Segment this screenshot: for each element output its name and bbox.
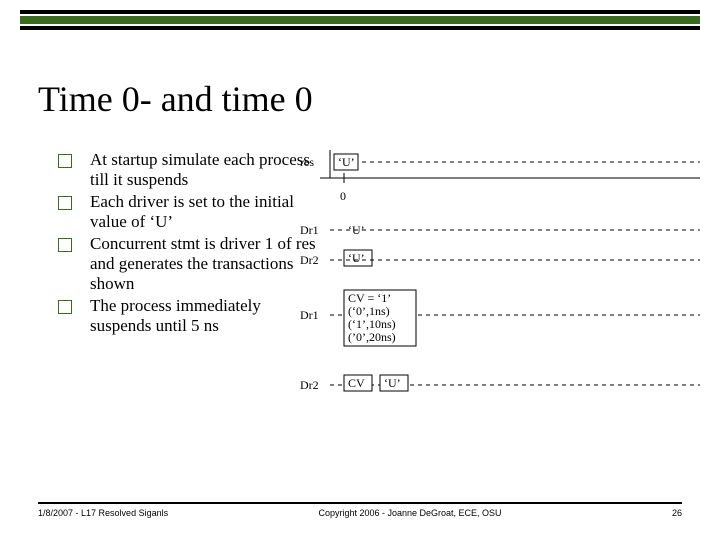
- bullet-text: At startup simulate each process till it…: [90, 150, 318, 190]
- diagram-svg: res ‘U’ 0 Dr1 ‘U’ Dr2 ‘U’ Dr1 CV = ‘1’ (…: [300, 150, 700, 410]
- list-item: Each driver is set to the initial value …: [58, 192, 318, 232]
- timing-diagram: res ‘U’ 0 Dr1 ‘U’ Dr2 ‘U’ Dr1 CV = ‘1’ (…: [300, 150, 700, 410]
- footer: 1/8/2007 - L17 Resolved Siganls Copyrigh…: [38, 502, 682, 518]
- dr1-line-1: (‘0’,1ns): [348, 304, 390, 318]
- bullet-icon: [58, 238, 72, 252]
- list-item: Concurrent stmt is driver 1 of res and g…: [58, 234, 318, 294]
- footer-center: Copyright 2006 - Joanne DeGroat, ECE, OS…: [198, 508, 622, 518]
- footer-left: 1/8/2007 - L17 Resolved Siganls: [38, 508, 198, 518]
- dr1-value: ‘U’: [348, 223, 365, 237]
- list-item: At startup simulate each process till it…: [58, 150, 318, 190]
- footer-right: 26: [622, 508, 682, 518]
- top-line-1: [20, 10, 700, 14]
- bullet-icon: [58, 300, 72, 314]
- dr2-cv: CV: [348, 376, 365, 390]
- slide: Time 0- and time 0 At startup simulate e…: [0, 0, 720, 540]
- u-label: ‘U’: [338, 155, 355, 169]
- bullet-list: At startup simulate each process till it…: [58, 150, 318, 338]
- dr1-line-0: CV = ‘1’: [348, 291, 391, 305]
- slide-title: Time 0- and time 0: [38, 78, 313, 120]
- bullet-icon: [58, 196, 72, 210]
- top-line-2: [20, 26, 700, 30]
- bullet-text: The process immediately suspends until 5…: [90, 296, 318, 336]
- dr2-label: Dr2: [300, 253, 319, 267]
- dr2-val: ‘U’: [384, 376, 401, 390]
- bullet-text: Each driver is set to the initial value …: [90, 192, 318, 232]
- bullet-text: Concurrent stmt is driver 1 of res and g…: [90, 234, 318, 294]
- dr1-line-2: (‘1’,10ns): [348, 317, 396, 331]
- zero-label: 0: [340, 189, 346, 203]
- dr1-label: Dr1: [300, 223, 319, 237]
- dr1-label-b: Dr1: [300, 308, 319, 322]
- dr1-line-3: (’0’,20ns): [348, 330, 396, 344]
- res-label: res: [300, 155, 314, 169]
- list-item: The process immediately suspends until 5…: [58, 296, 318, 336]
- dr2-value: ‘U’: [348, 251, 365, 265]
- top-color-bar: [20, 16, 700, 24]
- bullet-icon: [58, 154, 72, 168]
- dr2-label-b: Dr2: [300, 378, 319, 392]
- top-decoration: [20, 10, 700, 32]
